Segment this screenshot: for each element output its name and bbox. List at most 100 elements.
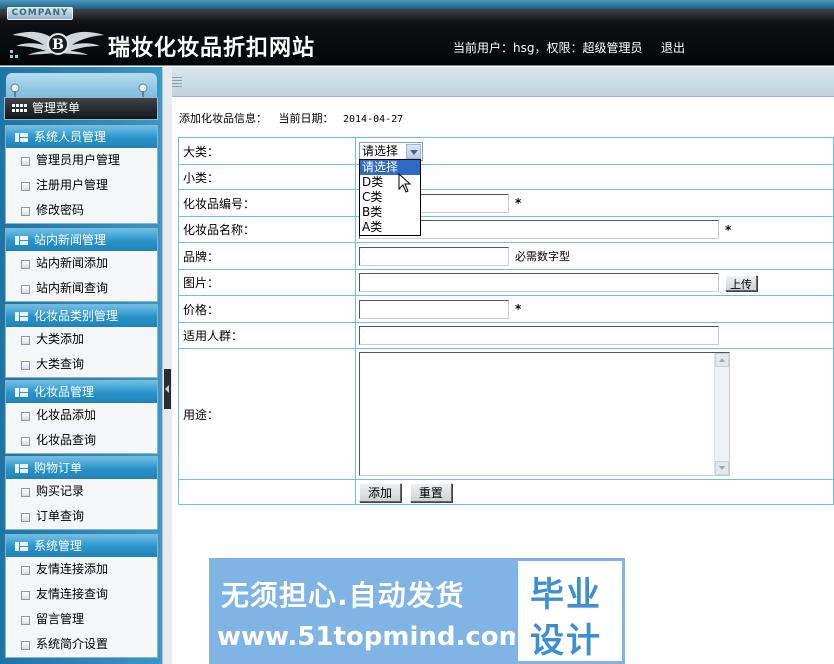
sidebar-item-category-add[interactable]: 大类添加 bbox=[6, 327, 157, 352]
sidebar-splitter[interactable] bbox=[162, 67, 172, 664]
group-header[interactable]: 站内新闻管理 bbox=[6, 229, 157, 251]
watermark-banner: 无须担心.自动发货 www.51topmind.com 毕业 设计 bbox=[209, 558, 625, 664]
group-header[interactable]: 系统人员管理 bbox=[6, 126, 157, 148]
bullet-icon bbox=[21, 285, 30, 294]
bullet-icon bbox=[21, 412, 30, 421]
logout-link[interactable]: 退出 bbox=[661, 39, 685, 56]
dropdown-option[interactable]: A类 bbox=[360, 220, 420, 235]
image-path-input[interactable] bbox=[359, 273, 719, 292]
sidebar: 管理菜单 系统人员管理 管理员用户管理 注册用户管理 修改密码 站内新闻管理 站… bbox=[0, 67, 162, 664]
sidebar-item-purchase-records[interactable]: 购买记录 bbox=[6, 479, 157, 504]
sidebar-item-label: 友情连接查询 bbox=[36, 587, 109, 601]
group-header[interactable]: 化妆品类别管理 bbox=[6, 305, 157, 327]
form-row-brand: 品牌： 必需数字型 bbox=[178, 242, 834, 270]
sidebar-item-cosmetic-add[interactable]: 化妆品添加 bbox=[6, 403, 157, 428]
menu-group-category: 化妆品类别管理 大类添加 大类查询 bbox=[5, 304, 158, 378]
bullet-icon bbox=[21, 182, 30, 191]
header-sheen bbox=[0, 9, 834, 21]
list-icon bbox=[15, 133, 28, 142]
name-label: 化妆品名称： bbox=[178, 216, 356, 243]
sidebar-item-label: 管理员用户管理 bbox=[36, 153, 121, 167]
sidebar-item-label: 注册用户管理 bbox=[36, 178, 109, 192]
bullet-icon bbox=[21, 260, 30, 269]
group-title: 购物订单 bbox=[34, 461, 83, 475]
watermark-right-line2: 设计 bbox=[530, 621, 602, 661]
sidebar-top-bar bbox=[6, 73, 157, 97]
content-heading: 添加化妆品信息： 当前日期： 2014-04-27 bbox=[179, 110, 403, 126]
bullet-icon bbox=[21, 488, 30, 497]
form-row-image: 图片： 上传 bbox=[178, 269, 834, 296]
textarea-scrollbar[interactable] bbox=[714, 353, 729, 475]
group-title: 系统管理 bbox=[34, 539, 83, 553]
list-icon bbox=[15, 236, 28, 245]
reset-button[interactable]: 重置 bbox=[409, 482, 452, 502]
category-label: 大类： bbox=[178, 137, 356, 165]
bullet-icon bbox=[21, 361, 30, 370]
list-icon bbox=[15, 388, 28, 397]
form-row-category: 大类： 请选择 bbox=[178, 137, 834, 165]
sidebar-item-cosmetic-query[interactable]: 化妆品查询 bbox=[6, 428, 157, 453]
dropdown-option[interactable]: B类 bbox=[360, 205, 420, 220]
usage-textarea[interactable] bbox=[359, 352, 730, 476]
sidebar-item-system-intro[interactable]: 系统简介设置 bbox=[6, 632, 157, 657]
add-cosmetic-form: 大类： 请选择 小类： 化妆品编号： * 化妆品名称： * 品牌： 必需数字型 … bbox=[178, 137, 834, 505]
usage-label: 用途： bbox=[178, 348, 356, 480]
sidebar-item-link-query[interactable]: 友情连接查询 bbox=[6, 582, 157, 607]
collapse-sidebar-handle[interactable] bbox=[164, 369, 171, 409]
group-header[interactable]: 购物订单 bbox=[6, 457, 157, 479]
corner-dots-icon bbox=[10, 50, 18, 58]
sidebar-item-category-query[interactable]: 大类查询 bbox=[6, 352, 157, 377]
group-header[interactable]: 化妆品管理 bbox=[6, 381, 157, 403]
sidebar-item-registered-users[interactable]: 注册用户管理 bbox=[6, 173, 157, 198]
menu-group-news: 站内新闻管理 站内新闻添加 站内新闻查询 bbox=[5, 228, 158, 302]
list-icon bbox=[15, 464, 28, 473]
sidebar-item-label: 修改密码 bbox=[36, 203, 85, 217]
scroll-down-icon[interactable] bbox=[715, 461, 729, 475]
sidebar-item-messages[interactable]: 留言管理 bbox=[6, 607, 157, 632]
watermark-left: 无须担心.自动发货 www.51topmind.com bbox=[209, 558, 526, 664]
brand-hint: 必需数字型 bbox=[515, 250, 570, 263]
sidebar-item-label: 化妆品查询 bbox=[36, 433, 97, 447]
group-title: 系统人员管理 bbox=[34, 130, 107, 144]
menu-group-cosmetics: 化妆品管理 化妆品添加 化妆品查询 bbox=[5, 380, 158, 454]
bullet-icon bbox=[21, 566, 30, 575]
audience-input[interactable] bbox=[359, 326, 719, 345]
bullet-icon bbox=[21, 207, 30, 216]
menu-title-label: 管理菜单 bbox=[32, 101, 81, 115]
sidebar-item-news-add[interactable]: 站内新闻添加 bbox=[6, 251, 157, 276]
header-top-strip bbox=[0, 0, 834, 9]
form-row-subcategory: 小类： bbox=[178, 164, 834, 190]
scroll-up-icon[interactable] bbox=[715, 353, 729, 367]
header: COMPANY B 瑞妆化妆品折扣网站 当前用户：hsg，权限：超级管理员 退出 bbox=[0, 0, 834, 66]
chevron-down-icon[interactable] bbox=[406, 143, 421, 159]
sidebar-item-news-query[interactable]: 站内新闻查询 bbox=[6, 276, 157, 301]
price-input[interactable] bbox=[359, 299, 509, 319]
watermark-right: 毕业 设计 bbox=[515, 558, 625, 664]
sidebar-item-label: 购买记录 bbox=[36, 484, 85, 498]
content-toolbar-strip bbox=[172, 67, 834, 97]
upload-button[interactable]: 上传 bbox=[725, 274, 757, 291]
group-header[interactable]: 系统管理 bbox=[6, 535, 157, 557]
menu-group-system: 系统管理 友情连接添加 友情连接查询 留言管理 系统简介设置 bbox=[5, 534, 158, 658]
sidebar-item-admin-users[interactable]: 管理员用户管理 bbox=[6, 148, 157, 173]
form-row-name: 化妆品名称： * bbox=[178, 216, 834, 243]
category-select[interactable]: 请选择 bbox=[359, 141, 423, 161]
sidebar-item-label: 友情连接添加 bbox=[36, 562, 109, 576]
bullet-icon bbox=[21, 616, 30, 625]
sidebar-item-label: 订单查询 bbox=[36, 509, 85, 523]
company-badge: COMPANY bbox=[7, 7, 73, 20]
form-row-actions: 添加 重置 bbox=[178, 479, 834, 505]
required-mark: * bbox=[515, 196, 522, 210]
list-icon bbox=[15, 542, 28, 551]
watermark-line1: 无须担心.自动发货 bbox=[221, 579, 465, 612]
brand-input[interactable] bbox=[359, 246, 509, 266]
sidebar-item-change-password[interactable]: 修改密码 bbox=[6, 198, 157, 223]
sidebar-item-label: 大类查询 bbox=[36, 357, 85, 371]
menu-title: 管理菜单 bbox=[4, 97, 158, 120]
sidebar-item-link-add[interactable]: 友情连接添加 bbox=[6, 557, 157, 582]
bullet-icon bbox=[21, 591, 30, 600]
submit-button[interactable]: 添加 bbox=[359, 482, 402, 502]
grid-icon bbox=[12, 104, 27, 112]
sidebar-item-order-query[interactable]: 订单查询 bbox=[6, 504, 157, 529]
menu-group-orders: 购物订单 购买记录 订单查询 bbox=[5, 456, 158, 530]
